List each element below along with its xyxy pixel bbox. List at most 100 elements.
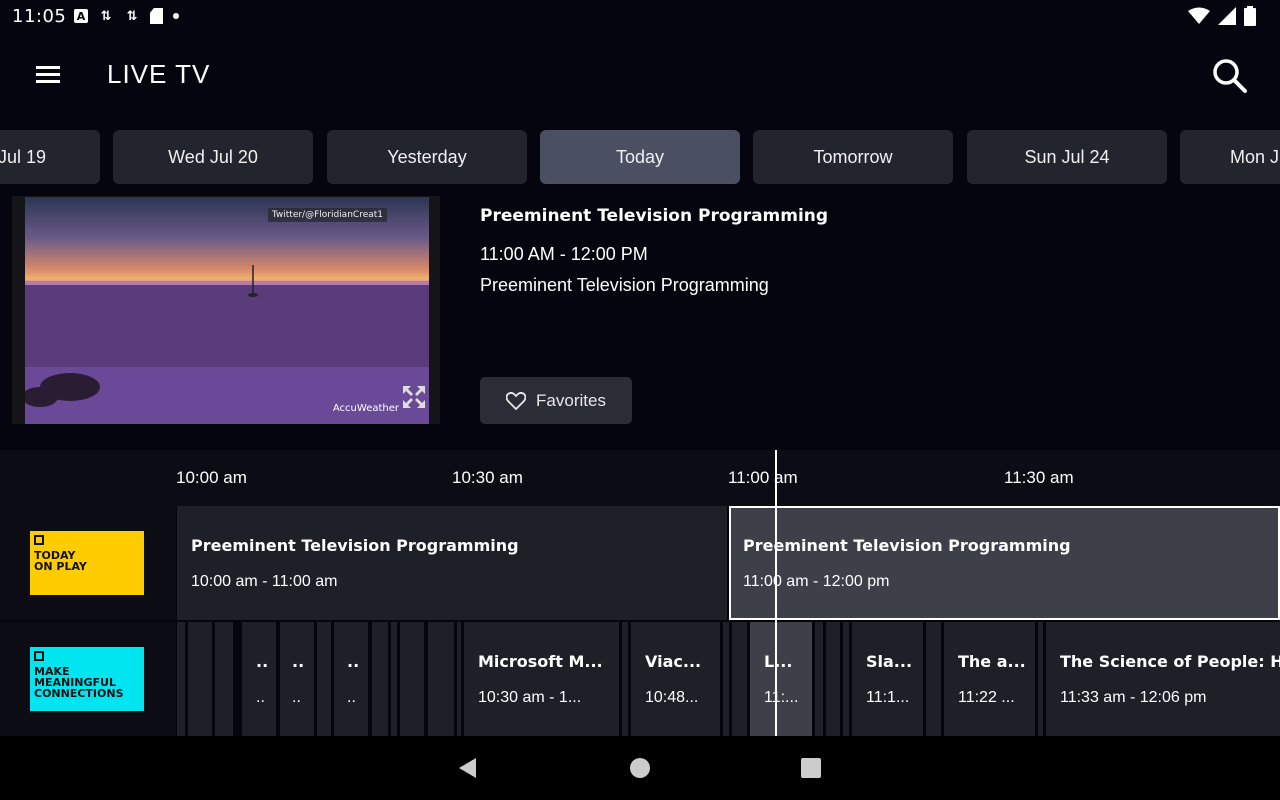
recents-button[interactable] bbox=[799, 756, 823, 780]
program-cell-title: The a... bbox=[958, 652, 1026, 671]
program-cell-time: 10:00 am - 11:00 am bbox=[191, 573, 338, 590]
program-cell-time: 11:00 am - 12:00 pm bbox=[743, 573, 890, 590]
date-tab[interactable]: Yesterday bbox=[327, 130, 527, 184]
channel-logo: MAKE MEANINGFUL CONNECTIONS bbox=[30, 647, 144, 711]
more-notifications-icon bbox=[173, 13, 179, 19]
date-tab[interactable]: Tomorrow bbox=[753, 130, 953, 184]
program-cell-time: 11:33 am - 12:06 pm bbox=[1060, 689, 1207, 706]
program-cell[interactable] bbox=[1038, 622, 1043, 736]
program-cell[interactable]: .. .. bbox=[280, 622, 314, 736]
video-frame: Twitter/@FloridianCreat1 AccuWeather bbox=[25, 197, 429, 424]
home-icon bbox=[630, 758, 650, 778]
program-description: Preeminent Television Programming bbox=[480, 275, 769, 295]
notification-icons: A ⇅ ⇅ bbox=[74, 7, 179, 25]
back-button[interactable] bbox=[456, 756, 480, 780]
program-cell-title: .. bbox=[256, 652, 269, 671]
search-icon bbox=[1213, 59, 1247, 93]
date-tab-selected[interactable]: Today bbox=[540, 130, 740, 184]
program-cell-time: 11:22 ... bbox=[958, 689, 1015, 706]
program-cell[interactable]: Sla... 11:1... bbox=[852, 622, 923, 736]
program-cell[interactable]: The Science of People: H 11:33 am - 12:0… bbox=[1046, 622, 1280, 736]
program-cell-title: Viac... bbox=[645, 652, 702, 671]
date-tab-label: Sun Jul 24 bbox=[1024, 146, 1110, 167]
program-cell[interactable] bbox=[400, 622, 424, 736]
program-cell[interactable] bbox=[457, 622, 461, 736]
date-tab-label: Tomorrow bbox=[813, 146, 893, 167]
date-tab[interactable]: Wed Jul 20 bbox=[113, 130, 313, 184]
cellular-signal-icon bbox=[1218, 7, 1236, 25]
program-cell-time: .. bbox=[347, 689, 356, 706]
program-cell[interactable] bbox=[843, 622, 849, 736]
program-cell[interactable] bbox=[826, 622, 840, 736]
program-cell[interactable]: Preeminent Television Programming 10:00 … bbox=[177, 506, 727, 620]
home-button[interactable] bbox=[628, 756, 652, 780]
program-cell-current[interactable]: Preeminent Television Programming 11:00 … bbox=[729, 506, 1280, 620]
program-title: Preeminent Television Programming bbox=[480, 206, 829, 226]
channel-cell[interactable]: MAKE MEANINGFUL CONNECTIONS bbox=[0, 622, 176, 736]
date-tab-label: Mon J bbox=[1230, 146, 1280, 167]
status-time: 11:05 bbox=[12, 6, 67, 27]
program-cell[interactable]: .. .. bbox=[242, 622, 276, 736]
status-bar: 11:05 A ⇅ ⇅ bbox=[0, 0, 1280, 34]
program-cell[interactable] bbox=[317, 622, 331, 736]
time-label: 11:30 am bbox=[1004, 468, 1074, 487]
search-button[interactable] bbox=[1210, 56, 1250, 96]
program-cell[interactable] bbox=[723, 622, 729, 736]
date-tab-label: Today bbox=[615, 146, 665, 167]
program-cell[interactable] bbox=[391, 622, 397, 736]
program-cell-time: 10:48... bbox=[645, 689, 699, 706]
program-cell[interactable] bbox=[177, 622, 185, 736]
channel-logo-text: TODAY ON PLAY bbox=[34, 549, 87, 573]
program-cell[interactable] bbox=[188, 622, 212, 736]
date-tab-label: Yesterday bbox=[387, 146, 467, 167]
channel-row: MAKE MEANINGFUL CONNECTIONS .. .. .. .. ..… bbox=[0, 622, 1280, 736]
battery-icon bbox=[1244, 6, 1256, 26]
program-cell[interactable]: .. .. bbox=[334, 622, 368, 736]
program-cell[interactable]: Viac... 10:48... bbox=[631, 622, 720, 736]
program-cell-time: 11:1... bbox=[866, 689, 910, 706]
data-transfer-icon: ⇅ bbox=[126, 8, 138, 24]
program-cell-time: .. bbox=[292, 689, 301, 706]
program-cell[interactable] bbox=[428, 622, 454, 736]
app-a-icon: A bbox=[74, 9, 88, 23]
current-time-indicator bbox=[775, 450, 777, 736]
program-cell[interactable] bbox=[926, 622, 941, 736]
fullscreen-icon bbox=[403, 386, 425, 408]
program-cell[interactable]: Microsoft M... 10:30 am - 1... bbox=[464, 622, 619, 736]
heart-icon bbox=[506, 391, 527, 410]
program-cell[interactable] bbox=[372, 622, 388, 736]
time-label: 11:00 am bbox=[728, 468, 798, 487]
program-cell-title: L... bbox=[764, 652, 793, 671]
date-tab[interactable]: Mon J bbox=[1180, 130, 1280, 184]
program-cell-time: 11:... bbox=[764, 689, 799, 706]
program-cell[interactable] bbox=[815, 622, 823, 736]
favorites-button[interactable]: Favorites bbox=[480, 377, 632, 424]
channel-cell[interactable]: TODAY ON PLAY bbox=[0, 506, 176, 620]
wifi-icon bbox=[1188, 7, 1210, 24]
time-label: 10:30 am bbox=[452, 468, 523, 487]
program-cell-title: .. bbox=[292, 652, 305, 671]
program-cell-current[interactable]: L... 11:... bbox=[750, 622, 812, 736]
back-icon bbox=[459, 758, 476, 778]
fullscreen-button[interactable] bbox=[401, 384, 427, 410]
video-watermark: Twitter/@FloridianCreat1 bbox=[267, 208, 387, 222]
program-cell-title: Preeminent Television Programming bbox=[191, 536, 519, 555]
program-time: 11:00 AM - 12:00 PM bbox=[480, 244, 648, 264]
program-cell[interactable]: The a... 11:22 ... bbox=[944, 622, 1035, 736]
video-preview[interactable]: Twitter/@FloridianCreat1 AccuWeather bbox=[12, 196, 440, 424]
program-cell-time: 10:30 am - 1... bbox=[478, 689, 582, 706]
program-cell-title: Sla... bbox=[866, 652, 913, 671]
menu-button[interactable] bbox=[30, 62, 66, 88]
program-cell[interactable] bbox=[215, 622, 233, 736]
program-cell-title: Preeminent Television Programming bbox=[743, 536, 1071, 555]
system-icons bbox=[1188, 6, 1256, 26]
program-cell[interactable] bbox=[622, 622, 628, 736]
program-cell-title: Microsoft M... bbox=[478, 652, 603, 671]
channel-logo-text: MAKE MEANINGFUL CONNECTIONS bbox=[34, 665, 124, 700]
date-tab[interactable]: Sun Jul 24 bbox=[967, 130, 1167, 184]
date-tab[interactable]: Jul 19 bbox=[0, 130, 100, 184]
program-cell[interactable] bbox=[732, 622, 747, 736]
app-bar: LIVE TV bbox=[0, 34, 1280, 118]
time-label: 10:00 am bbox=[176, 468, 247, 487]
date-tab-label: Jul 19 bbox=[0, 146, 47, 167]
